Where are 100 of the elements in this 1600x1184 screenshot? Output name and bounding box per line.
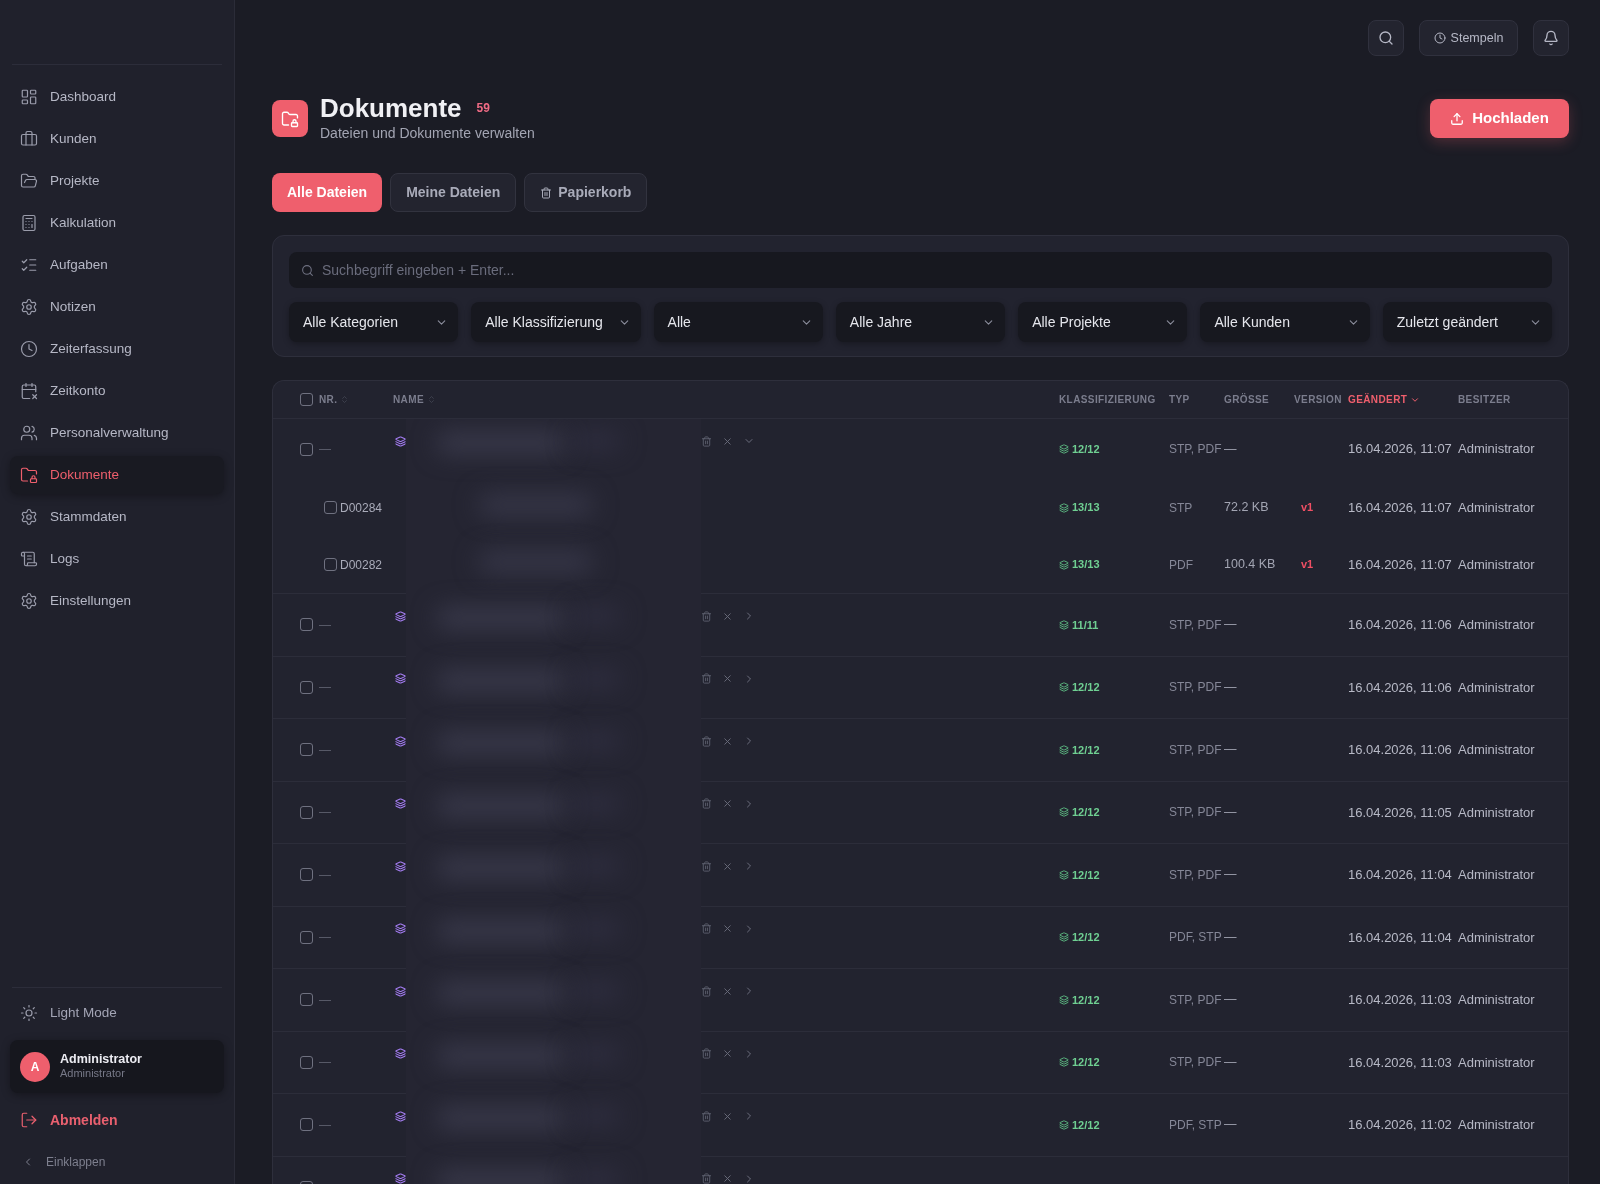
column-header[interactable]: GEÄNDERT xyxy=(1348,392,1421,407)
collapse-button[interactable]: Einklappen xyxy=(12,1151,222,1173)
checkbox[interactable] xyxy=(300,743,313,757)
sidebar-item[interactable]: Dashboard xyxy=(10,78,224,116)
file-size: — xyxy=(1224,803,1237,821)
layers-icon xyxy=(1059,744,1069,755)
trash-icon[interactable] xyxy=(701,610,712,622)
checkbox[interactable] xyxy=(300,868,313,882)
search-button[interactable] xyxy=(1368,20,1404,56)
sidebar-item[interactable]: Einstellungen xyxy=(10,582,224,620)
gear-icon xyxy=(20,592,38,610)
theme-toggle[interactable]: Light Mode xyxy=(12,998,222,1028)
checkbox[interactable] xyxy=(300,393,313,406)
trash-icon[interactable] xyxy=(701,1110,712,1122)
folder-lock-icon xyxy=(20,466,38,484)
close-icon[interactable] xyxy=(722,735,733,747)
checkbox[interactable] xyxy=(300,680,313,694)
close-icon[interactable] xyxy=(722,1173,733,1184)
file-types: STP, PDF xyxy=(1169,441,1222,458)
layers-icon xyxy=(395,923,406,934)
calculator-icon xyxy=(20,214,38,232)
sidebar-item[interactable]: Kalkulation xyxy=(10,204,224,242)
tab[interactable]: Meine Dateien xyxy=(390,173,517,212)
classification-count: 12/12 xyxy=(1072,805,1100,820)
owner-name: Administrator xyxy=(1458,616,1535,634)
checkbox[interactable] xyxy=(300,993,313,1007)
file-types: PDF, STP xyxy=(1169,929,1222,947)
close-icon[interactable] xyxy=(722,798,733,809)
checkbox[interactable] xyxy=(324,501,337,514)
checkbox[interactable] xyxy=(300,442,313,456)
checkbox[interactable] xyxy=(300,805,313,819)
column-header: KLASSIFIZIERUNG xyxy=(1059,393,1156,407)
checkbox[interactable] xyxy=(324,558,337,571)
close-icon[interactable] xyxy=(722,1110,733,1122)
trash-icon xyxy=(540,186,553,199)
document-number: — xyxy=(319,616,331,634)
sidebar-item[interactable]: Kunden xyxy=(10,120,224,158)
filter-dropdown[interactable]: Zuletzt geändert xyxy=(1382,302,1552,342)
file-types: STP, PDF xyxy=(1169,679,1222,697)
column-header[interactable]: NR. xyxy=(319,392,350,407)
trash-icon[interactable] xyxy=(701,985,712,997)
filter-dropdown[interactable]: Alle Jahre xyxy=(835,302,1006,342)
modified-date: 16.04.2026, 11:05 xyxy=(1348,803,1452,822)
sidebar-item[interactable]: Logs xyxy=(10,540,224,578)
column-header[interactable]: NAME xyxy=(393,392,437,407)
trash-icon[interactable] xyxy=(701,435,712,447)
sidebar-item[interactable]: Notizen xyxy=(10,288,224,326)
filter-dropdown[interactable]: Alle Projekte xyxy=(1018,302,1188,342)
trash-icon[interactable] xyxy=(701,923,712,934)
layers-icon xyxy=(1059,1057,1069,1068)
filter-dropdown[interactable]: Alle Klassifizierung xyxy=(471,302,641,342)
trash-icon[interactable] xyxy=(701,1048,712,1059)
filter-dropdown[interactable]: Alle xyxy=(653,302,823,342)
filter-dropdown[interactable]: Alle Kategorien xyxy=(289,302,459,342)
file-size: — xyxy=(1224,440,1237,458)
modified-date: 16.04.2026, 11:07 xyxy=(1348,555,1452,574)
sidebar-item[interactable]: Stammdaten xyxy=(10,498,224,536)
sidebar-item[interactable]: Personalverwaltung xyxy=(10,414,224,452)
close-icon[interactable] xyxy=(722,435,733,447)
sidebar-item[interactable]: Zeiterfassung xyxy=(10,330,224,368)
document-number: — xyxy=(319,679,331,697)
trash-icon[interactable] xyxy=(701,1173,712,1184)
close-icon[interactable] xyxy=(722,985,733,997)
stamp-button[interactable]: Stempeln xyxy=(1419,20,1518,56)
file-size: — xyxy=(1224,991,1237,1009)
modified-date: 16.04.2026, 11:07 xyxy=(1348,440,1452,459)
file-size: — xyxy=(1224,616,1237,634)
sidebar-item[interactable]: Zeitkonto xyxy=(10,372,224,410)
filter-dropdown[interactable]: Alle Kunden xyxy=(1200,302,1370,342)
column-header: BESITZER xyxy=(1458,393,1511,407)
layers-icon xyxy=(1059,444,1069,454)
trash-icon[interactable] xyxy=(701,798,712,809)
close-icon[interactable] xyxy=(722,923,733,934)
search-field[interactable]: Suchbegriff eingeben + Enter... xyxy=(289,252,1552,288)
trash-icon[interactable] xyxy=(701,735,712,747)
close-icon[interactable] xyxy=(722,860,733,872)
notifications-button[interactable] xyxy=(1533,20,1569,56)
sidebar-item[interactable]: Dokumente xyxy=(10,456,224,494)
tab[interactable]: Papierkorb xyxy=(524,173,648,212)
owner-name: Administrator xyxy=(1458,678,1535,697)
checkbox[interactable] xyxy=(300,1055,313,1069)
clock-icon xyxy=(20,340,38,358)
trash-icon[interactable] xyxy=(701,673,712,684)
sidebar-item[interactable]: Aufgaben xyxy=(10,246,224,284)
checkbox[interactable] xyxy=(300,1118,313,1132)
column-header: TYP xyxy=(1169,393,1190,407)
close-icon[interactable] xyxy=(722,610,733,622)
modified-date: 16.04.2026, 11:07 xyxy=(1348,498,1452,517)
checkbox[interactable] xyxy=(300,618,313,632)
close-icon[interactable] xyxy=(722,1048,733,1059)
layers-icon xyxy=(395,735,406,747)
sidebar-item[interactable]: Projekte xyxy=(10,162,224,200)
page-subtitle: Dateien und Dokumente verwalten xyxy=(320,124,535,143)
owner-name: Administrator xyxy=(1458,498,1535,517)
close-icon[interactable] xyxy=(722,673,733,684)
classification-count: 12/12 xyxy=(1072,930,1100,945)
owner-name: Administrator xyxy=(1458,555,1535,574)
checkbox[interactable] xyxy=(300,930,313,944)
trash-icon[interactable] xyxy=(701,860,712,872)
logout-button[interactable]: Abmelden xyxy=(12,1101,222,1139)
